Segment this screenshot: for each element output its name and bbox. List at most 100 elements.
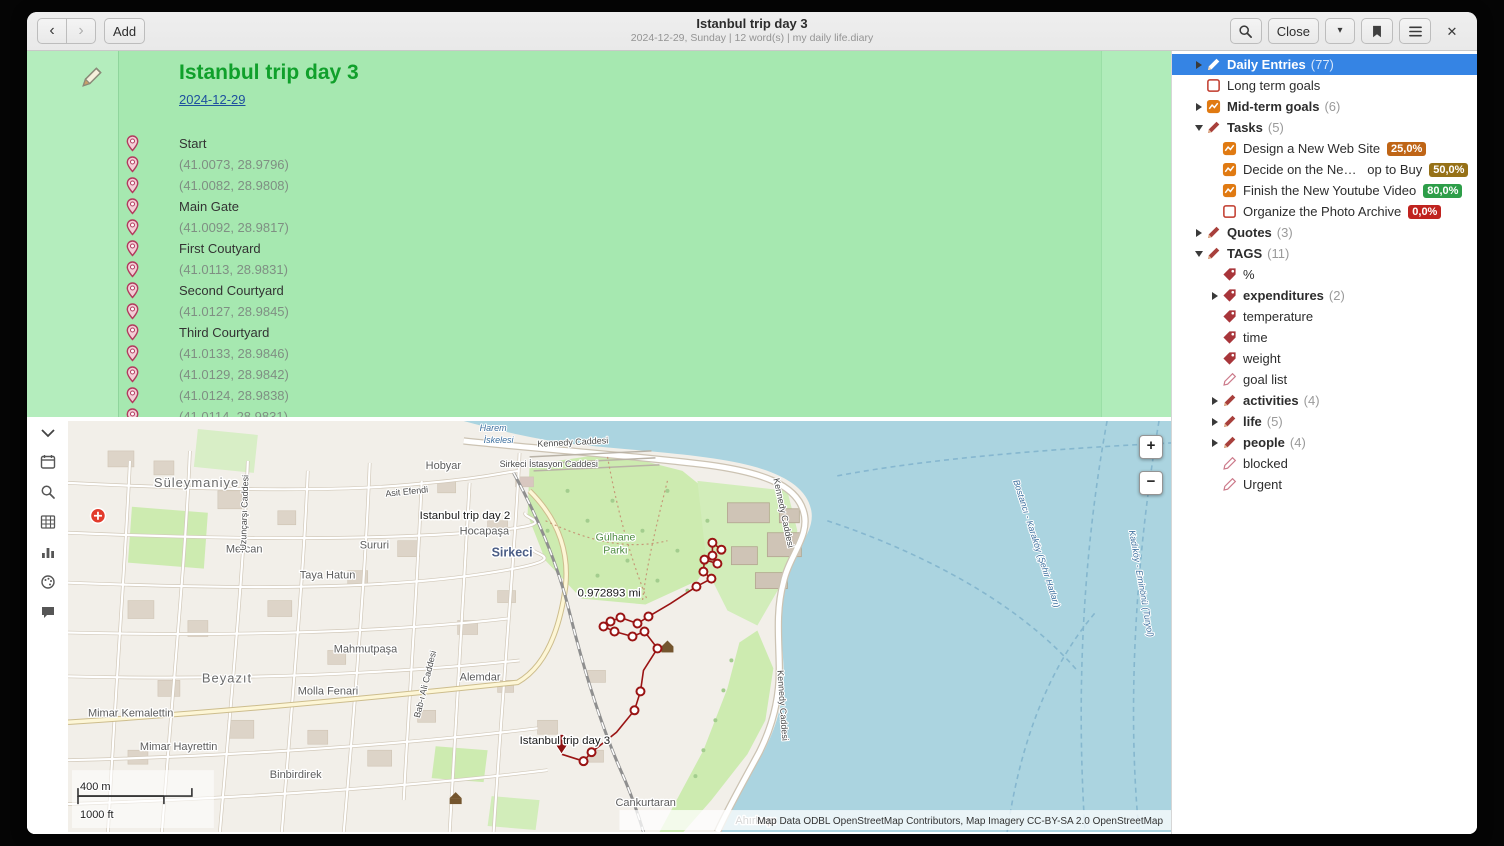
map[interactable]: Kennedy Caddesi Kennedy Caddesi Kennedy …	[68, 421, 1171, 832]
map-pin-icon[interactable]	[126, 345, 139, 368]
sidebar-item-tag-activities[interactable]: activities (4)	[1172, 390, 1477, 411]
map-pin-icon[interactable]	[126, 240, 139, 263]
sidebar-item-tasks[interactable]: Tasks (5)	[1172, 117, 1477, 138]
date-link[interactable]: 2024-12-29	[179, 92, 246, 107]
sidebar-item-label: expenditures	[1243, 288, 1324, 303]
sidebar-item-daily-entries[interactable]: Daily Entries (77)	[1172, 54, 1477, 75]
sidebar-item-mid-term-goals[interactable]: Mid-term goals (6)	[1172, 96, 1477, 117]
sidebar-item-tag-people[interactable]: people (4)	[1172, 432, 1477, 453]
sidebar-item-tag-urgent[interactable]: Urgent	[1172, 474, 1477, 495]
map-pin-icon[interactable]	[126, 198, 139, 221]
entry-text[interactable]: (41.0129, 28.9842)	[179, 367, 289, 382]
headerbar: ‹ › Add Istanbul trip day 3 2024-12-29, …	[27, 12, 1477, 51]
window-close-button[interactable]: ✕	[1437, 18, 1467, 44]
expander-icon[interactable]	[1192, 61, 1206, 69]
entry-text[interactable]: (41.0092, 28.9817)	[179, 220, 289, 235]
map-pin-icon[interactable]	[126, 177, 139, 200]
search-pane-button[interactable]	[39, 483, 57, 501]
sidebar-item-tag-blocked[interactable]: blocked	[1172, 453, 1477, 474]
entry-text[interactable]: First Coutyard	[179, 241, 261, 256]
expander-icon[interactable]	[1192, 251, 1206, 257]
add-button[interactable]: Add	[104, 18, 145, 44]
sidebar-item-tag-time[interactable]: time	[1172, 327, 1477, 348]
zoom-in-button[interactable]: +	[1139, 435, 1163, 459]
menu-button[interactable]	[1399, 18, 1431, 44]
expander-icon[interactable]	[1192, 229, 1206, 237]
entry-text[interactable]: Main Gate	[179, 199, 239, 214]
sidebar-item-tag-weight[interactable]: weight	[1172, 348, 1477, 369]
table-icon	[40, 514, 56, 530]
list-item: (41.0073, 28.9796)	[179, 154, 359, 175]
sidebar-item-tags[interactable]: TAGS (11)	[1172, 243, 1477, 264]
pane-toolbar	[27, 417, 68, 834]
search-icon	[1238, 24, 1253, 39]
close-entry-button[interactable]: Close	[1268, 18, 1319, 44]
map-pin-icon[interactable]	[126, 366, 139, 389]
dropdown-button[interactable]: ▾	[1325, 18, 1355, 44]
entry-text[interactable]: (41.0082, 28.9808)	[179, 178, 289, 193]
sidebar-item-task-website[interactable]: Design a New Web Site 25,0%	[1172, 138, 1477, 159]
back-button[interactable]: ‹	[37, 18, 67, 44]
sidebar-item-task-photo-archive[interactable]: Organize the Photo Archive 0,0%	[1172, 201, 1477, 222]
sidebar-item-tag-temperature[interactable]: temperature	[1172, 306, 1477, 327]
sidebar-item-task-laptop[interactable]: Decide on the Ne… op to Buy 50,0%	[1172, 159, 1477, 180]
entry-text[interactable]: (41.0133, 28.9846)	[179, 346, 289, 361]
sidebar-item-quotes[interactable]: Quotes (3)	[1172, 222, 1477, 243]
entry-text[interactable]: Third Courtyard	[179, 325, 269, 340]
chevron-down-icon	[41, 429, 55, 438]
search-button[interactable]	[1230, 18, 1262, 44]
route-label-day2: Istanbul trip day 2	[420, 510, 511, 522]
expander-icon[interactable]	[1208, 292, 1222, 300]
sidebar-item-tag-goal-list[interactable]: goal list	[1172, 369, 1477, 390]
sidebar-item-long-term-goals[interactable]: Long term goals	[1172, 75, 1477, 96]
expander-icon[interactable]	[1208, 418, 1222, 426]
editor-pane[interactable]: Istanbul trip day 3 2024-12-29 Start (41…	[27, 51, 1171, 417]
entry-text[interactable]: (41.0113, 28.9831)	[179, 262, 288, 277]
cluster-marker[interactable]	[90, 508, 105, 523]
calendar-button[interactable]	[39, 453, 57, 471]
entry-title: Istanbul trip day 3	[179, 61, 359, 85]
item-count: (2)	[1329, 288, 1345, 303]
headerbar-right: Close ▾ ✕	[1230, 18, 1467, 44]
entry-text[interactable]: (41.0124, 28.9838)	[179, 388, 289, 403]
chart-button[interactable]	[39, 543, 57, 561]
entry-text[interactable]: (41.0073, 28.9796)	[179, 157, 289, 172]
expander-icon[interactable]	[1208, 439, 1222, 447]
map-pin-icon[interactable]	[126, 135, 139, 158]
sidebar-item-tag-expenditures[interactable]: expenditures (2)	[1172, 285, 1477, 306]
chevron-down-icon: ▾	[1337, 26, 1342, 36]
map-canvas: Kennedy Caddesi Kennedy Caddesi Kennedy …	[68, 421, 1171, 832]
map-pin-icon[interactable]	[126, 156, 139, 179]
map-pin-icon[interactable]	[126, 282, 139, 305]
list-item: Second Courtyard	[179, 280, 359, 301]
map-pin-icon[interactable]	[126, 408, 139, 417]
editor-gutter	[27, 51, 119, 417]
zoom-out-button[interactable]: −	[1139, 471, 1163, 495]
map-pin-icon[interactable]	[126, 324, 139, 347]
expander-icon[interactable]	[1192, 125, 1206, 131]
sidebar-item-task-video[interactable]: Finish the New Youtube Video 80,0%	[1172, 180, 1477, 201]
forward-button[interactable]: ›	[66, 18, 96, 44]
map-pin-icon[interactable]	[126, 261, 139, 284]
entry-text[interactable]: Start	[179, 136, 206, 151]
map-pin-icon[interactable]	[126, 303, 139, 326]
pencil-outline-icon	[1222, 372, 1237, 387]
table-button[interactable]	[39, 513, 57, 531]
expander-icon[interactable]	[1208, 397, 1222, 405]
palette-button[interactable]	[39, 573, 57, 591]
editor-margin	[1101, 51, 1171, 417]
expander-icon[interactable]	[1192, 103, 1206, 111]
sidebar-item-label: Urgent	[1243, 477, 1282, 492]
map-pin-icon[interactable]	[126, 219, 139, 242]
map-label-hocapasa: Hocapaşa	[460, 526, 510, 538]
chat-button[interactable]	[39, 603, 57, 621]
entry-text[interactable]: (41.0127, 28.9845)	[179, 304, 289, 319]
entry-text[interactable]: (41.0114, 28.9831)	[179, 409, 288, 417]
collapse-pane-button[interactable]	[41, 425, 55, 441]
pencil-icon	[1206, 225, 1221, 240]
sidebar-item-tag-life[interactable]: life (5)	[1172, 411, 1477, 432]
bookmark-button[interactable]	[1361, 18, 1393, 44]
entry-text[interactable]: Second Courtyard	[179, 283, 284, 298]
sidebar-item-tag-percent[interactable]: %	[1172, 264, 1477, 285]
map-pin-icon[interactable]	[126, 387, 139, 410]
